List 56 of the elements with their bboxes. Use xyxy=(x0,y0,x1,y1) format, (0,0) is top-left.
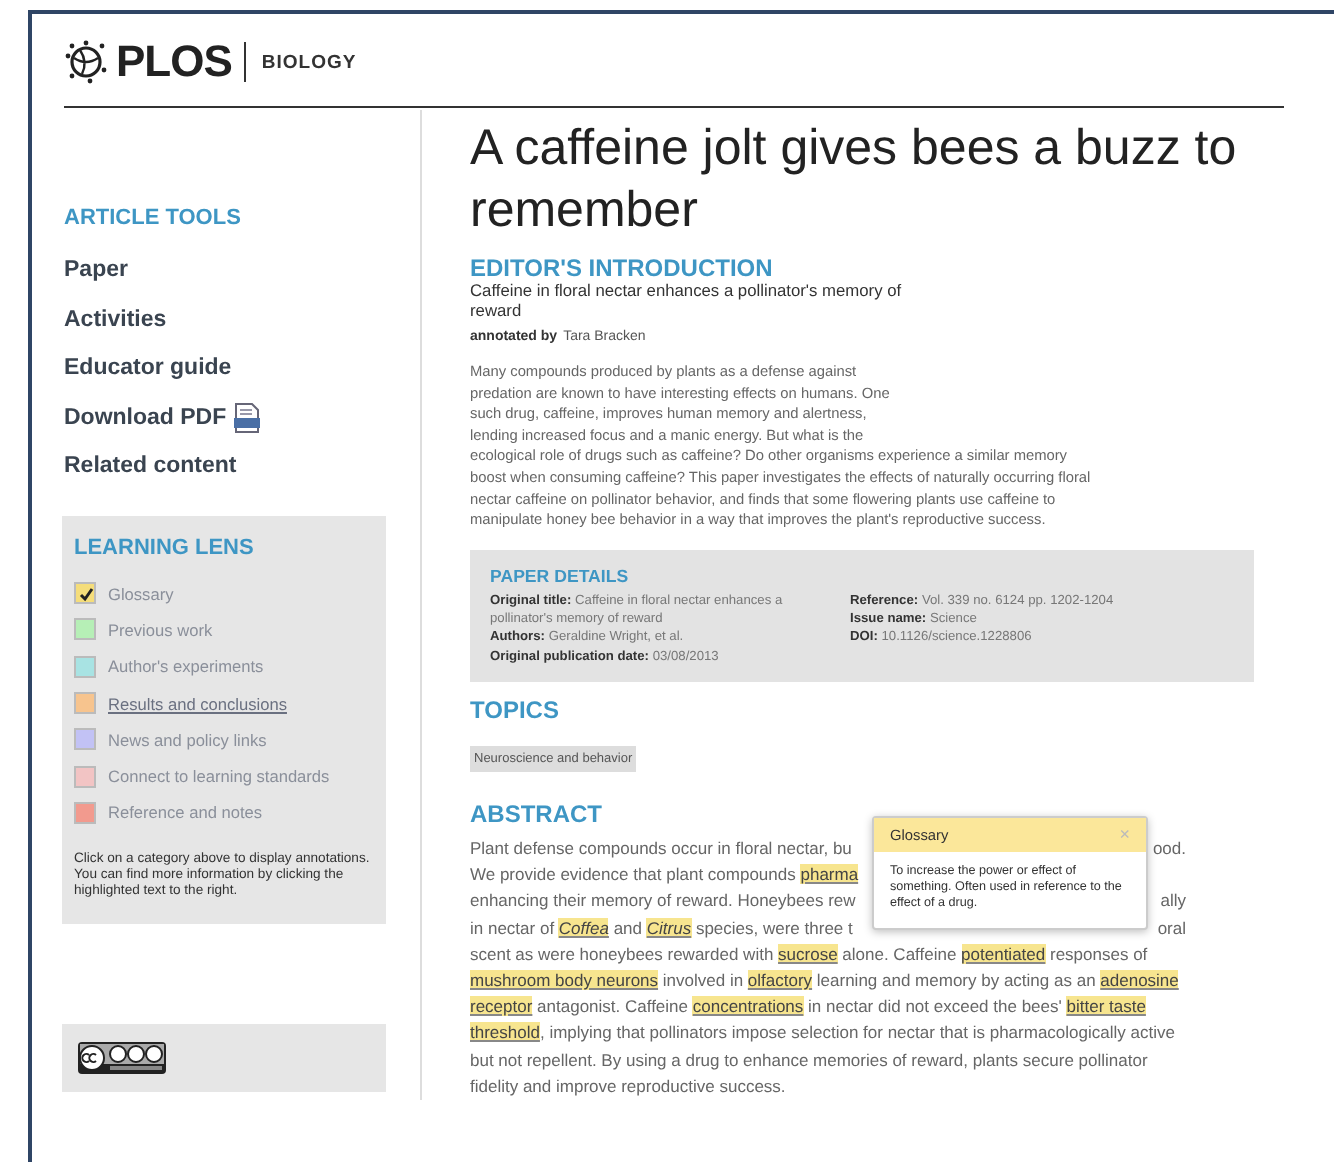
pdf-icon xyxy=(232,401,263,434)
logo-text: PLOS xyxy=(116,42,246,82)
glossary-term[interactable]: olfactory xyxy=(747,969,813,990)
sidebar-link[interactable]: Related content xyxy=(64,454,237,479)
abstract-text: , implying that pollinators impose selection for nectar that is pharmacologically active xyxy=(539,1022,1175,1043)
glossary-term[interactable]: adenosine xyxy=(1100,969,1179,990)
category-checkbox[interactable] xyxy=(74,765,96,788)
glossary-term[interactable]: concentrations xyxy=(692,996,804,1017)
abstract-text: Plant defense compounds occur in floral nectar, bu xyxy=(470,837,852,858)
category-checkbox[interactable] xyxy=(74,692,96,715)
section-heading: TOPICS xyxy=(470,695,561,724)
abstract-text: in nectar did not exceed the bees' xyxy=(806,996,1064,1017)
abstract-text: responses of xyxy=(1047,943,1148,964)
abstract-text: antagonist. Caffeine xyxy=(535,996,691,1017)
section-heading: EDITOR'S INTRODUCTION xyxy=(470,254,775,282)
glossary-term[interactable]: receptor xyxy=(470,996,533,1017)
glossary-term[interactable]: bitter taste xyxy=(1066,996,1146,1017)
sidebar-link[interactable]: Download PDF xyxy=(64,405,227,430)
sidebar-link[interactable]: Activities xyxy=(64,307,167,332)
abstract-text: and xyxy=(611,917,645,938)
article-subtitle: Caffeine in floral nectar enhances a pollinator's memory of reward xyxy=(470,282,904,320)
abstract-text: enhancing their memory of reward. Honeybees rew xyxy=(470,890,856,911)
category-checkbox[interactable] xyxy=(74,655,96,678)
article-title: A caffeine jolt gives bees a buzz to remember xyxy=(470,118,1239,242)
category-checkbox[interactable] xyxy=(74,582,96,605)
abstract-text: We provide evidence that plant compounds xyxy=(470,864,798,885)
category-checkbox[interactable] xyxy=(74,801,96,824)
section-heading: ARTICLE TOOLS xyxy=(64,206,243,230)
abstract-text: involved in xyxy=(660,969,746,990)
abstract-text: learning and memory by acting as an xyxy=(814,969,1098,990)
glossary-term[interactable]: Citrus xyxy=(646,917,692,938)
abstract-text: alone. Caffeine xyxy=(840,943,959,964)
glossary-term[interactable]: sucrose xyxy=(778,943,838,964)
glossary-term[interactable]: threshold xyxy=(470,1022,540,1043)
sidebar-link[interactable]: Educator guide xyxy=(64,356,232,381)
abstract-text: but not repellent. By using a drug to enhance memories of reward, plants secure pollinator xyxy=(470,1049,1148,1070)
check-icon xyxy=(77,585,93,602)
sidebar-link[interactable]: Paper xyxy=(64,258,128,283)
category-checkbox[interactable] xyxy=(74,728,96,751)
abstract-text: in nectar of xyxy=(470,917,557,938)
abstract-text: oral xyxy=(1157,917,1186,938)
section-heading: PAPER DETAILS xyxy=(490,565,631,586)
license-badge-icon xyxy=(78,1042,166,1075)
abstract-text: species, were three t xyxy=(693,917,853,938)
abstract-text: fidelity and improve reproductive success. xyxy=(470,1075,786,1096)
glossary-term[interactable]: potentiated xyxy=(961,943,1046,964)
journal-name: BIOLOGY xyxy=(261,51,357,73)
logo-icon xyxy=(64,40,108,84)
category-checkbox[interactable] xyxy=(74,618,96,641)
abstract-text: scent as were honeybees rewarded with xyxy=(470,943,776,964)
abstract-text: ood. xyxy=(1152,837,1186,858)
abstract-text: ally xyxy=(1160,890,1186,911)
category-link[interactable]: Results and conclusions xyxy=(108,693,287,714)
glossary-term[interactable]: mushroom body neurons xyxy=(470,969,659,990)
section-heading: LEARNING LENS xyxy=(74,535,256,559)
section-heading: ABSTRACT xyxy=(470,799,604,828)
